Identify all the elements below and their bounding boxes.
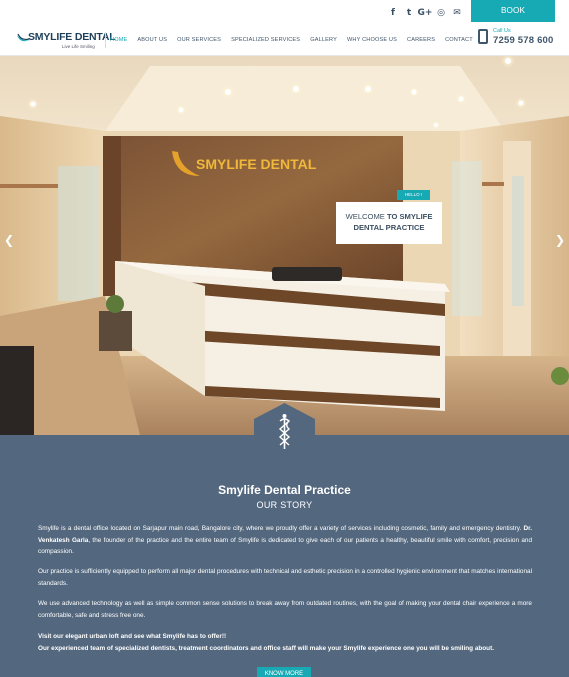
p1-text-a: Smylife is a dental office located on Sa… bbox=[38, 525, 524, 532]
section-title: Smylife Dental Practice bbox=[218, 483, 351, 497]
nav-item-why-choose-us[interactable]: WHY CHOOSE US bbox=[347, 37, 397, 43]
nav-item-about-us[interactable]: ABOUT US bbox=[137, 37, 167, 43]
section-subtitle: OUR STORY bbox=[256, 500, 313, 510]
nav-item-gallery[interactable]: GALLERY bbox=[310, 37, 337, 43]
reception-photo: SMYLIFE DENTAL bbox=[0, 56, 569, 435]
twitter-icon[interactable]: t bbox=[401, 6, 417, 20]
wall-sign: SMYLIFE DENTAL bbox=[196, 156, 317, 172]
story-paragraph-4: Visit our elegant urban loft and see wha… bbox=[38, 631, 532, 654]
welcome-line-2: DENTAL PRACTICE bbox=[353, 223, 425, 232]
slider-next-arrow[interactable]: ❯ bbox=[555, 233, 565, 247]
brand-tagline: Live Life Smiling bbox=[62, 44, 95, 49]
header-divider bbox=[105, 32, 106, 48]
top-bar: f t G+ ◎ ✉ BOOK APPOINTMENT bbox=[0, 0, 569, 37]
nav-item-specialized-services[interactable]: SPECIALIZED SERVICES bbox=[231, 37, 300, 43]
story-paragraph-1: Smylife is a dental office located on Sa… bbox=[38, 523, 532, 558]
site-header: SMYLIFE DENTAL Live Life Smiling HOME AB… bbox=[0, 24, 569, 56]
logo[interactable]: SMYLIFE DENTAL Live Life Smiling bbox=[16, 29, 116, 51]
mail-icon[interactable]: ✉ bbox=[449, 6, 465, 20]
welcome-bold: TO SMYLIFE bbox=[386, 212, 433, 221]
nav-item-contact[interactable]: CONTACT bbox=[445, 37, 473, 43]
hero-slider: SMYLIFE DENTAL ❮ ❯ HELLO ! WELCOME TO SM… bbox=[0, 56, 569, 435]
p4-line-2: Our experienced team of specialized dent… bbox=[38, 644, 494, 652]
story-paragraph-3: We use advanced technology as well as si… bbox=[38, 600, 532, 619]
phone-icon bbox=[478, 29, 488, 44]
social-links: f t G+ ◎ ✉ bbox=[385, 6, 465, 20]
facebook-icon[interactable]: f bbox=[385, 6, 401, 20]
slider-prev-arrow[interactable]: ❮ bbox=[4, 233, 14, 247]
know-more-button[interactable]: KNOW MORE bbox=[257, 667, 311, 677]
welcome-line-1: WELCOME TO SMYLIFE bbox=[336, 211, 442, 222]
caduceus-badge-icon bbox=[254, 403, 315, 457]
hello-tag: HELLO ! bbox=[397, 190, 430, 200]
brand-name: SMYLIFE DENTAL bbox=[28, 31, 116, 43]
p4-line-1: Visit our elegant urban loft and see wha… bbox=[38, 633, 227, 640]
p1-text-b: , the founder of the practice and the en… bbox=[38, 536, 533, 556]
google-plus-icon[interactable]: G+ bbox=[417, 6, 433, 20]
story-paragraph-2: Our practice is sufficiently equipped to… bbox=[38, 568, 532, 587]
call-number[interactable]: 7259 578 600 bbox=[493, 35, 554, 46]
instagram-icon[interactable]: ◎ bbox=[433, 6, 449, 20]
nav-item-our-services[interactable]: OUR SERVICES bbox=[177, 37, 221, 43]
welcome-plain: WELCOME bbox=[345, 212, 387, 221]
welcome-caption: WELCOME TO SMYLIFE DENTAL PRACTICE bbox=[336, 202, 442, 244]
nav-item-careers[interactable]: CAREERS bbox=[407, 37, 435, 43]
book-appointment-button[interactable]: BOOK APPOINTMENT bbox=[471, 0, 555, 37]
main-nav: HOME ABOUT US OUR SERVICES SPECIALIZED S… bbox=[110, 24, 473, 56]
call-label: Call Us bbox=[493, 28, 511, 34]
our-story-section: Smylife Dental Practice OUR STORY Smylif… bbox=[0, 435, 569, 677]
nav-item-home[interactable]: HOME bbox=[110, 37, 127, 43]
